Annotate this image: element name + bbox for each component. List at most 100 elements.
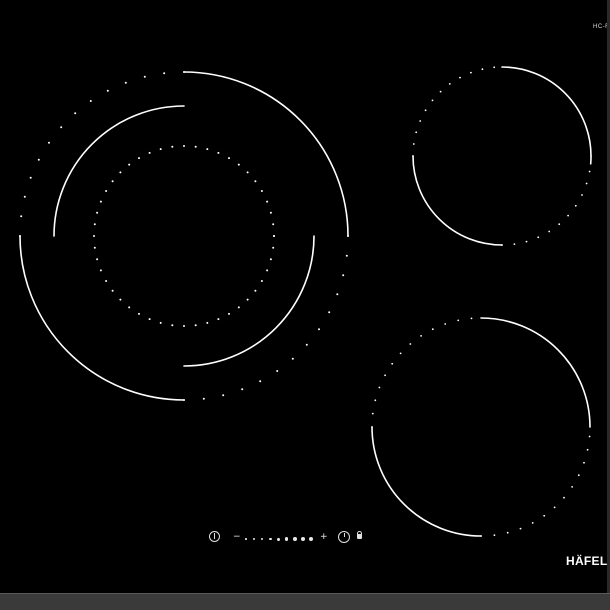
large-zone-inner-dots: [148, 151, 151, 154]
small-zone-dots: [481, 68, 484, 71]
large-zone-inner-dots: [273, 235, 275, 237]
large-zone-inner-dots: [99, 269, 102, 272]
small-zone-ring: [501, 66, 592, 157]
large-zone-inner-dots: [206, 148, 209, 151]
slider-step-dot[interactable]: [293, 537, 297, 541]
large-zone-outer-dots: [291, 357, 294, 360]
medium-zone-ring: [480, 317, 591, 428]
medium-zone-dots: [571, 486, 573, 488]
timer-icon[interactable]: [338, 531, 350, 543]
large-zone-middle-ring: [183, 235, 315, 367]
medium-zone-dots: [431, 328, 434, 331]
large-zone-outer-dots: [60, 126, 63, 129]
medium-zone-dots: [563, 496, 565, 499]
slider-step-dot[interactable]: [285, 537, 289, 541]
large-zone-outer-dots: [336, 293, 339, 296]
power-level-slider[interactable]: [245, 536, 317, 542]
medium-zone-ring: [371, 426, 482, 537]
small-zone-dots: [537, 236, 540, 239]
small-zone-dots: [501, 244, 503, 246]
large-zone-inner-dots: [93, 223, 96, 226]
large-zone-inner-dots: [159, 321, 162, 324]
large-zone-inner-dots: [171, 145, 174, 148]
medium-zone-dots: [531, 522, 534, 524]
medium-zone-dots: [384, 374, 386, 377]
large-zone-inner-dots: [93, 246, 96, 249]
medium-zone-dots: [444, 323, 447, 325]
large-zone-inner-dots: [246, 171, 249, 174]
medium-zone-dots: [378, 386, 381, 389]
large-zone-inner-dots: [206, 321, 209, 324]
medium-zone-dots: [457, 319, 460, 322]
medium-zone-dots: [371, 412, 374, 415]
small-zone-dots: [415, 131, 418, 134]
large-zone-outer-dots: [106, 89, 109, 92]
medium-zone-dots: [583, 461, 585, 464]
large-zone-outer-dots: [163, 72, 166, 75]
small-zone-dots: [548, 230, 551, 233]
small-zone-dots: [424, 109, 427, 112]
power-icon[interactable]: [209, 531, 220, 542]
plus-button[interactable]: +: [320, 533, 328, 542]
large-zone-outer-dots: [328, 311, 331, 314]
bottom-frame: [0, 593, 610, 610]
large-zone-outer-dots: [23, 195, 26, 198]
slider-step-dot[interactable]: [301, 536, 306, 542]
small-zone-dots: [493, 66, 496, 69]
medium-zone-dots: [543, 514, 546, 517]
large-zone-outer-dots: [276, 370, 279, 372]
small-zone-dots: [412, 155, 414, 157]
slider-step-dot[interactable]: [269, 537, 272, 541]
large-zone-inner-dots: [254, 289, 257, 292]
large-zone-inner-dots: [228, 157, 230, 160]
lock-icon[interactable]: [357, 531, 362, 539]
large-zone-inner-dots: [183, 325, 185, 327]
slider-step-dot[interactable]: [253, 538, 255, 540]
small-zone-dots: [585, 182, 588, 185]
large-zone-outer-dots: [305, 343, 308, 346]
large-zone-inner-dots: [148, 318, 151, 321]
slider-step-dot[interactable]: [309, 536, 314, 542]
large-zone-outer-dots: [222, 394, 225, 397]
medium-zone-dots: [391, 362, 394, 365]
large-zone-inner-dots: [128, 163, 131, 166]
small-zone-dots: [439, 90, 442, 93]
large-zone-inner-dots: [96, 211, 99, 214]
large-zone-inner-dots: [159, 148, 162, 151]
minus-button[interactable]: −: [233, 533, 241, 542]
large-zone-inner-dots: [105, 190, 108, 192]
large-zone-inner-dots: [119, 298, 122, 301]
large-zone-inner-dots: [194, 145, 197, 148]
large-zone-inner-dots: [266, 200, 269, 203]
small-zone-dots: [448, 83, 451, 85]
large-zone-inner-dots: [269, 211, 272, 214]
large-zone-outer-ring: [183, 71, 349, 237]
large-zone-inner-dots: [272, 246, 275, 249]
large-zone-outer-dots: [202, 397, 205, 400]
large-zone-inner-dots: [138, 312, 140, 315]
small-zone-dots: [513, 243, 516, 246]
medium-zone-dots: [586, 448, 589, 451]
large-zone-outer-dots: [318, 328, 320, 331]
large-zone-inner-dots: [111, 180, 114, 183]
medium-zone-dots: [493, 534, 496, 537]
large-zone-inner-dots: [217, 318, 220, 321]
large-zone-outer-ring: [19, 235, 185, 401]
large-zone-inner-dots: [269, 258, 272, 261]
slider-step-dot[interactable]: [277, 537, 280, 541]
large-zone-outer-dots: [74, 112, 77, 115]
bottom-frame-edge: [0, 593, 610, 594]
large-zone-inner-dots: [246, 298, 249, 301]
small-zone-dots: [588, 170, 591, 173]
large-zone-inner-dots: [254, 180, 257, 183]
large-zone-inner-dots: [266, 269, 269, 272]
large-zone-inner-dots: [194, 324, 197, 327]
large-zone-inner-dots: [111, 289, 114, 292]
medium-zone-dots: [409, 343, 412, 345]
small-zone-dots: [581, 194, 583, 196]
slider-step-dot[interactable]: [245, 538, 247, 540]
induction-hob-image: HC-R − + HÄFELE: [0, 0, 610, 610]
large-zone-inner-dots: [237, 306, 240, 309]
large-zone-outer-dots: [143, 75, 146, 78]
slider-step-dot[interactable]: [261, 537, 264, 541]
